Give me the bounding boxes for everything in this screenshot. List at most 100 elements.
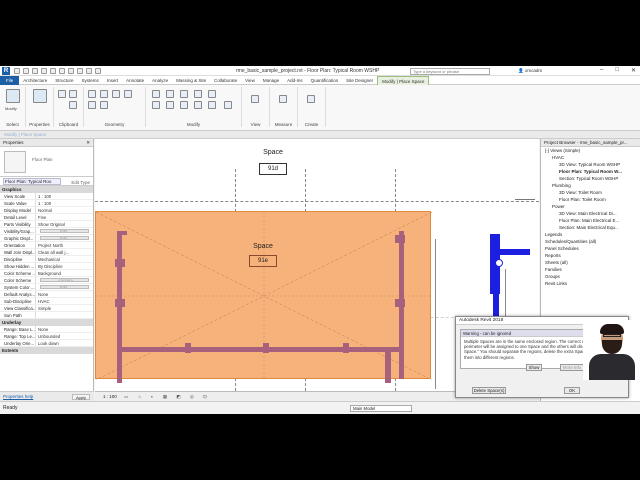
duct-horizontal[interactable] xyxy=(490,249,530,255)
join-icon[interactable] xyxy=(112,90,120,98)
property-section-header[interactable]: Graphics xyxy=(0,186,93,193)
copy-element-icon[interactable] xyxy=(208,90,216,98)
cope-icon[interactable] xyxy=(88,90,96,98)
property-row[interactable]: View Scale 1 : 100 xyxy=(0,193,93,200)
diffuser[interactable] xyxy=(495,259,503,267)
align-icon[interactable] xyxy=(152,90,160,98)
tab-annotate[interactable]: Annotate xyxy=(122,76,148,85)
tab-view[interactable]: View xyxy=(241,76,259,85)
browser-item[interactable]: Revit Links xyxy=(541,280,640,287)
property-row[interactable]: Orientation Project North xyxy=(0,242,93,249)
property-value[interactable]: 1 : 100 xyxy=(36,193,93,199)
ok-button[interactable]: OK xyxy=(564,387,580,394)
cut-icon[interactable] xyxy=(69,90,77,98)
create-icon[interactable] xyxy=(307,95,315,103)
property-row[interactable]: Graphic Displ... Edit... xyxy=(0,235,93,242)
tab-structure[interactable]: Structure xyxy=(51,76,77,85)
view-icon[interactable] xyxy=(251,95,259,103)
property-edit-button[interactable]: <none> xyxy=(40,278,89,282)
property-value[interactable]: Normal xyxy=(36,207,93,213)
property-value[interactable]: HVAC xyxy=(36,298,93,304)
close-button[interactable]: ✕ xyxy=(631,67,636,74)
property-value[interactable]: Fine xyxy=(36,214,93,220)
user-account[interactable]: 👤 omcadm xyxy=(518,68,542,74)
property-row[interactable]: Display Model Normal xyxy=(0,207,93,214)
group-label-select[interactable]: Select xyxy=(0,122,25,127)
group-label-view[interactable]: View xyxy=(242,122,269,127)
section-icon[interactable] xyxy=(86,68,92,74)
property-row[interactable]: Show Hidden ... By Discipline xyxy=(0,263,93,270)
split-face-icon[interactable] xyxy=(88,101,96,109)
text-icon[interactable] xyxy=(68,68,74,74)
browser-item[interactable]: Groups xyxy=(541,273,640,280)
property-row[interactable]: Color Scheme <none> xyxy=(0,277,93,284)
property-row[interactable]: Scale Value 1 : 100 xyxy=(0,200,93,207)
property-row[interactable]: Discipline Mechanical xyxy=(0,256,93,263)
browser-item[interactable]: [-] Views (Simple) xyxy=(541,147,640,154)
browser-item[interactable]: Schedules/Quantities (all) xyxy=(541,238,640,245)
property-row[interactable]: System Color ... Edit... xyxy=(0,284,93,291)
property-value[interactable] xyxy=(36,312,93,318)
close-icon[interactable]: ✕ xyxy=(86,139,90,147)
tab-collaborate[interactable]: Collaborate xyxy=(210,76,241,85)
tab-massing-site[interactable]: Massing & Site xyxy=(172,76,210,85)
tab-insert[interactable]: Insert xyxy=(103,76,122,85)
cut-geometry-icon[interactable] xyxy=(100,90,108,98)
property-section-header[interactable]: Underlay xyxy=(0,319,93,326)
group-label-measure[interactable]: Measure xyxy=(270,122,297,127)
properties-icon[interactable] xyxy=(33,89,47,103)
browser-item[interactable]: Floor Plan: Typical Room W... xyxy=(541,168,640,175)
property-row[interactable]: Sun Path xyxy=(0,312,93,319)
move-icon[interactable] xyxy=(194,90,202,98)
property-row[interactable]: Visibility/Grap... Edit... xyxy=(0,228,93,235)
tab-site-designer[interactable]: Site Designer xyxy=(342,76,377,85)
browser-item[interactable]: Floor Plan: Toilet Room xyxy=(541,196,640,203)
3d-view-icon[interactable] xyxy=(77,68,83,74)
property-section-header[interactable]: Extents xyxy=(0,347,93,354)
open-icon[interactable] xyxy=(14,68,20,74)
property-row[interactable]: View Classifica... Simple xyxy=(0,305,93,312)
rotate-icon[interactable] xyxy=(152,101,160,109)
tab-add-ins[interactable]: Add-Ins xyxy=(283,76,307,85)
browser-item[interactable]: 3D View: Main Electrical Di... xyxy=(541,210,640,217)
save-icon[interactable] xyxy=(23,68,29,74)
tab-quantification[interactable]: Quantification xyxy=(307,76,343,85)
trim-icon[interactable] xyxy=(166,101,174,109)
space-region-91e[interactable] xyxy=(95,211,432,380)
property-row[interactable]: Wall Join Displ... Clean all wall j... xyxy=(0,249,93,256)
copy-icon[interactable] xyxy=(69,101,77,109)
more-info-button[interactable]: More Info xyxy=(560,364,584,371)
browser-item[interactable]: 3D View: Toilet Room xyxy=(541,189,640,196)
property-row[interactable]: Color Scheme ... Background xyxy=(0,270,93,277)
property-row[interactable]: Parts Visibility Show Original xyxy=(0,221,93,228)
measure-tool-icon[interactable] xyxy=(279,95,287,103)
browser-item[interactable]: Power xyxy=(541,203,640,210)
view-scale[interactable]: 1 : 100 xyxy=(95,394,117,399)
property-value[interactable]: None xyxy=(36,326,93,332)
split-icon[interactable] xyxy=(180,101,188,109)
browser-item[interactable]: HVAC xyxy=(541,154,640,161)
property-row[interactable]: Range: Base L... None xyxy=(0,326,93,333)
wall-bottom[interactable] xyxy=(117,347,404,352)
tab-file[interactable]: File xyxy=(0,75,20,85)
tab-analyze[interactable]: Analyze xyxy=(148,76,172,85)
space-tag-91e[interactable]: 91e xyxy=(249,255,277,267)
property-value[interactable]: Unbounded xyxy=(36,333,93,339)
offset-icon[interactable] xyxy=(166,90,174,98)
properties-help-link[interactable]: Properties help xyxy=(3,394,33,399)
browser-item[interactable]: Section: Main Electrical Equ... xyxy=(541,224,640,231)
edit-type-button[interactable]: Edit Type xyxy=(71,178,90,187)
property-row[interactable]: Default Analys... None xyxy=(0,291,93,298)
view-selector-dropdown[interactable]: Floor Plan: Typical Roo xyxy=(3,178,61,185)
wall-left[interactable] xyxy=(117,231,122,383)
browser-item[interactable]: Reports xyxy=(541,252,640,259)
browser-item[interactable]: Section: Typical Room WSHP xyxy=(541,175,640,182)
modify-icon[interactable] xyxy=(6,89,20,103)
property-row[interactable]: Underlay Orie... Look down xyxy=(0,340,93,347)
tab-systems[interactable]: Systems xyxy=(78,76,103,85)
browser-item[interactable]: Legends xyxy=(541,231,640,238)
wall-joins-icon[interactable] xyxy=(124,90,132,98)
undo-icon[interactable] xyxy=(32,68,38,74)
tab-modify-place-space[interactable]: Modify | Place Space xyxy=(377,75,430,85)
property-value[interactable]: None xyxy=(36,291,93,297)
